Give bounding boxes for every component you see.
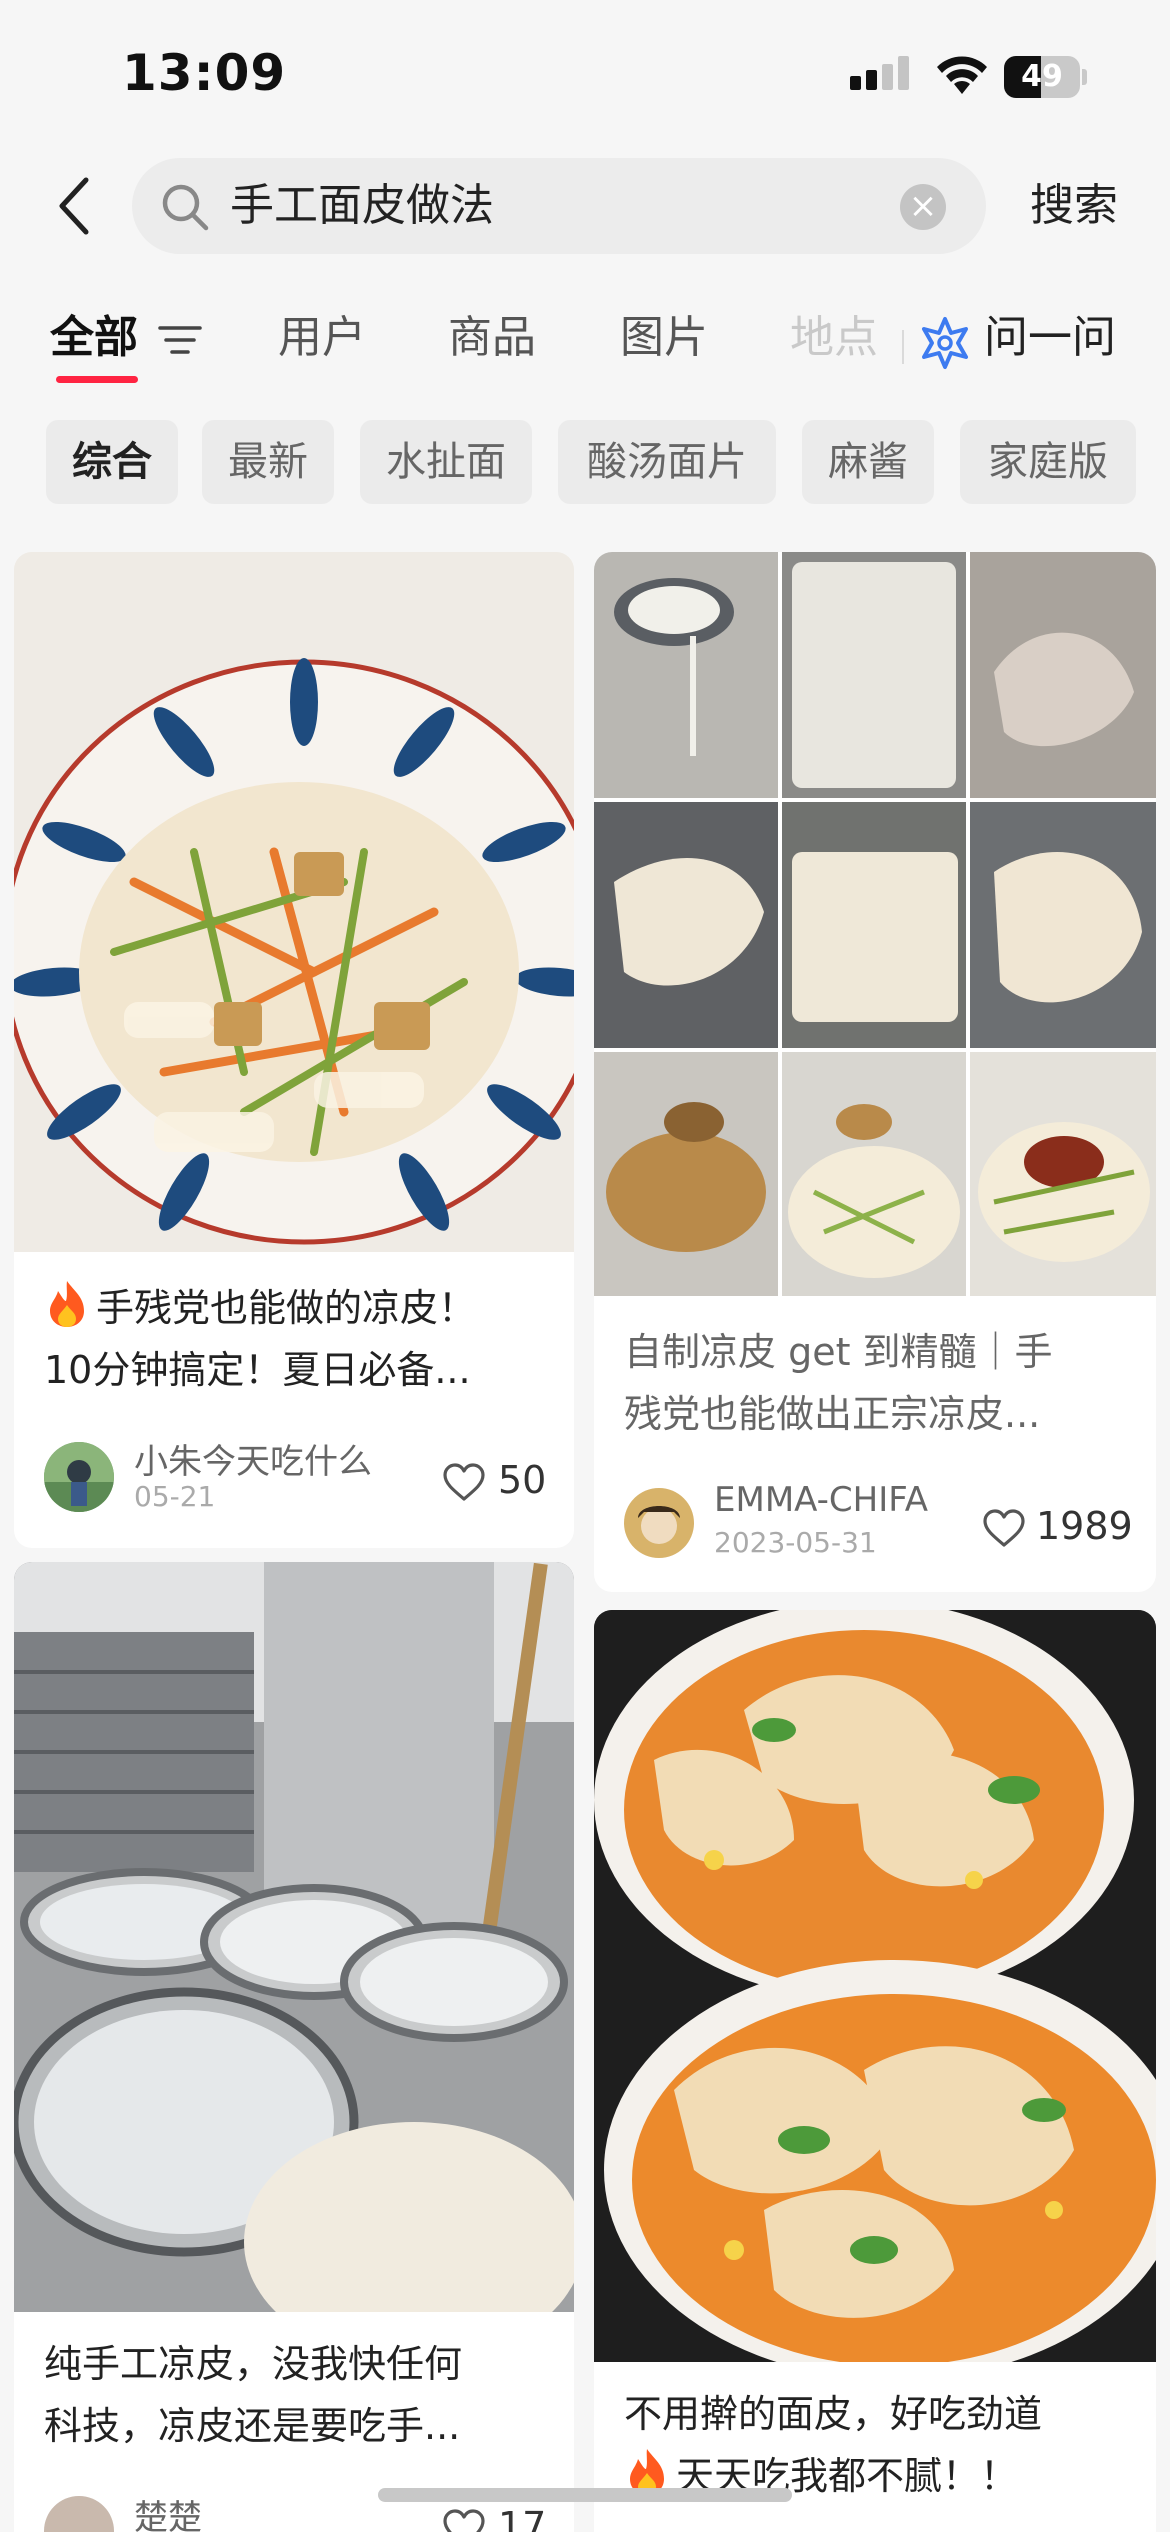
post-title: 手残党也能做的凉皮！ bbox=[96, 1286, 477, 1330]
liangpi-pans-image bbox=[14, 1562, 574, 2312]
avatar-image bbox=[624, 1488, 694, 1558]
ask-sparkle-icon bbox=[922, 317, 968, 369]
chip-sesame-paste[interactable]: 麻酱 bbox=[802, 420, 934, 504]
status-time: 13:09 bbox=[122, 44, 287, 102]
post-date: 05-21 bbox=[134, 1480, 216, 1513]
search-input[interactable]: 手工面皮做法 bbox=[230, 158, 494, 254]
chip-water-pulled-noodles[interactable]: 水扯面 bbox=[360, 420, 532, 504]
like-count: 1989 bbox=[1036, 1504, 1133, 1548]
avatar-image bbox=[44, 1442, 114, 1512]
tab-images[interactable]: 图片 bbox=[620, 308, 708, 368]
tab-products[interactable]: 商品 bbox=[448, 308, 536, 368]
author-name[interactable]: 楚楚 bbox=[134, 2490, 202, 2532]
chip-sour-soup-noodle-slices[interactable]: 酸汤面片 bbox=[558, 420, 776, 504]
result-type-tabs: 全部 用户 商品 图片 地点 问一问 bbox=[0, 296, 1170, 386]
noodle-soup-image bbox=[594, 1610, 1156, 2362]
heart-icon[interactable] bbox=[442, 2508, 486, 2532]
author-name[interactable]: EMMA-CHIFA bbox=[714, 1480, 928, 1520]
fire-icon bbox=[50, 1281, 84, 1327]
status-bar: 13:09 49 bbox=[0, 0, 1170, 150]
post-card[interactable]: 纯手工凉皮，没我快任何 科技，凉皮还是要吃手... 楚楚 17 bbox=[14, 1562, 574, 2532]
post-card[interactable]: 自制凉皮 get 到精髓｜手 残党也能做出正宗凉皮... EMMA-CHIFA … bbox=[594, 552, 1156, 1592]
wifi-icon bbox=[937, 56, 987, 94]
chip-latest[interactable]: 最新 bbox=[202, 420, 334, 504]
filter-icon[interactable] bbox=[156, 322, 204, 358]
clear-search-icon[interactable]: × bbox=[900, 184, 946, 230]
active-tab-indicator bbox=[56, 376, 138, 383]
post-title-line: 不用擀的面皮，好吃劲道 bbox=[624, 2392, 1043, 2436]
battery-icon: 49 bbox=[1004, 56, 1087, 98]
battery-body: 49 bbox=[1004, 56, 1080, 98]
chip-comprehensive[interactable]: 综合 bbox=[46, 420, 178, 504]
post-date: 2023-05-31 bbox=[714, 1526, 877, 1559]
post-card[interactable]: 不用擀的面皮，好吃劲道 天天吃我都不腻！！ bbox=[594, 1610, 1156, 2532]
ask-label: 问一问 bbox=[984, 312, 1116, 363]
post-title-line: 手残党也能做的凉皮！ bbox=[44, 1278, 476, 1338]
avatar[interactable] bbox=[44, 1442, 114, 1512]
post-cover-image bbox=[14, 552, 574, 1252]
post-title-line: 10分钟搞定！夏日必备... bbox=[44, 1348, 471, 1392]
heart-icon[interactable] bbox=[442, 1462, 486, 1502]
post-title-line: 纯手工凉皮，没我快任何 bbox=[44, 2342, 463, 2386]
ask-divider bbox=[902, 330, 904, 364]
post-card[interactable]: 手残党也能做的凉皮！ 10分钟搞定！夏日必备... 小朱今天吃什么 05-21 … bbox=[14, 552, 574, 1548]
post-title-line: 残党也能做出正宗凉皮... bbox=[624, 1392, 1041, 1436]
cellular-signal-icon bbox=[850, 56, 909, 90]
heart-icon[interactable] bbox=[982, 1508, 1026, 1548]
keyword-chips: 综合 最新 水扯面 酸汤面片 麻酱 家庭版 bbox=[0, 420, 1170, 506]
search-button[interactable]: 搜索 bbox=[1030, 168, 1118, 244]
search-results-screen: 13:09 49 手工面皮做法 × 搜索 全部 用户 商品 图片 地点 问一问 … bbox=[0, 0, 1170, 2532]
back-button[interactable] bbox=[44, 168, 104, 244]
author-name[interactable]: 小朱今天吃什么 bbox=[134, 1434, 372, 1483]
like-count: 17 bbox=[498, 2504, 547, 2532]
liangpi-steps-collage bbox=[594, 552, 1156, 1296]
ask-button[interactable]: 问一问 bbox=[892, 296, 1170, 386]
avatar[interactable] bbox=[44, 2496, 114, 2532]
post-title-line: 自制凉皮 get 到精髓｜手 bbox=[624, 1330, 1053, 1374]
post-cover-image bbox=[14, 1562, 574, 2312]
avatar[interactable] bbox=[624, 1488, 694, 1558]
home-indicator[interactable] bbox=[378, 2488, 792, 2502]
post-cover-image bbox=[594, 1610, 1156, 2362]
battery-cap bbox=[1082, 69, 1087, 85]
search-icon bbox=[162, 184, 209, 231]
liangpi-plate-image bbox=[14, 552, 574, 1252]
tab-users[interactable]: 用户 bbox=[278, 308, 366, 368]
tab-places[interactable]: 地点 bbox=[790, 308, 878, 368]
like-count: 50 bbox=[498, 1458, 547, 1502]
chevron-left-icon bbox=[59, 177, 89, 235]
battery-percentage: 49 bbox=[1021, 59, 1063, 94]
chip-home-version[interactable]: 家庭版 bbox=[960, 420, 1136, 504]
post-title-line: 科技，凉皮还是要吃手... bbox=[44, 2404, 461, 2448]
post-cover-image bbox=[594, 552, 1156, 1296]
search-bar[interactable]: 手工面皮做法 × bbox=[132, 158, 986, 254]
tab-all[interactable]: 全部 bbox=[50, 308, 138, 368]
